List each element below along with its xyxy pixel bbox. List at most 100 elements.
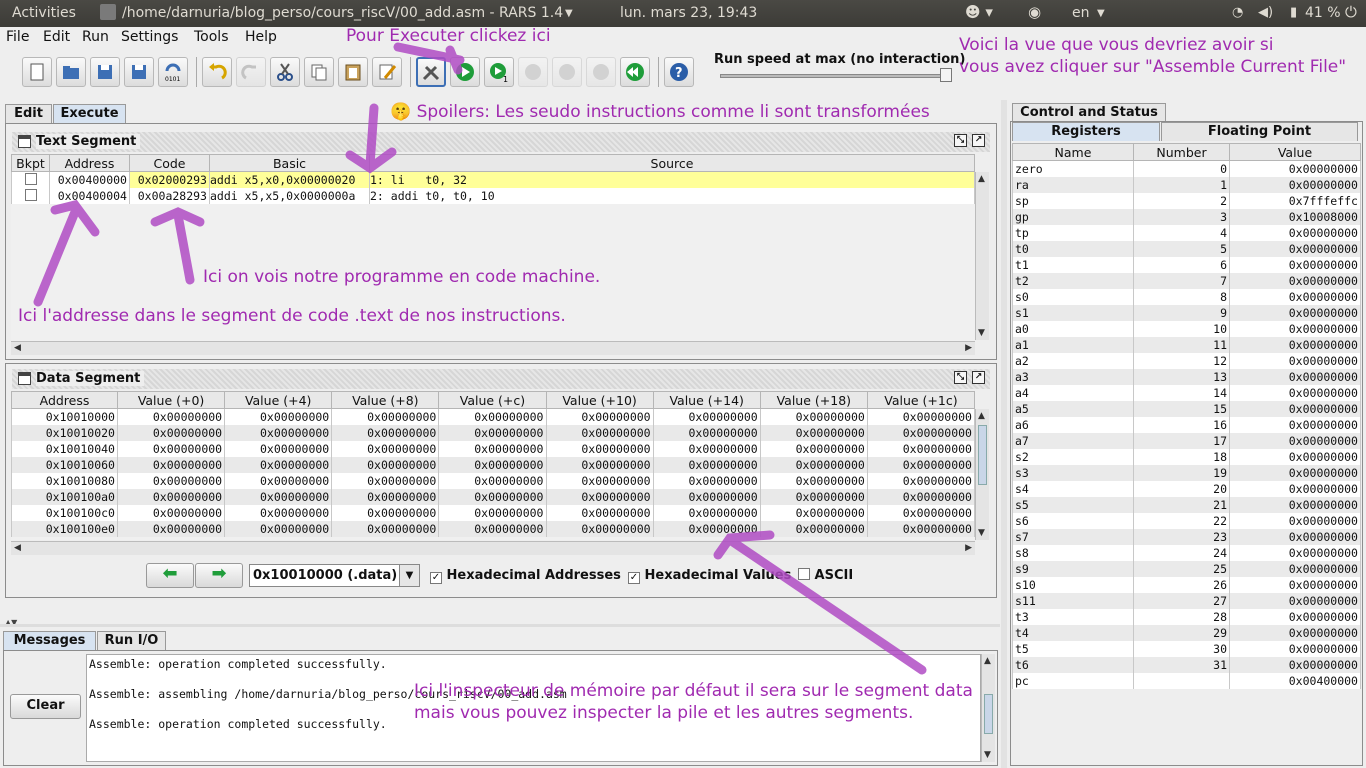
- table-row[interactable]: 0x10010000 0x00000000 0x00000000 0x00000000…: [11, 408, 975, 425]
- hex-values-option[interactable]: ✓ Hexadecimal Values: [628, 568, 791, 584]
- register-value[interactable]: 0x10008000: [1229, 208, 1361, 225]
- table-row[interactable]: t6 31 0x00000000: [1012, 656, 1361, 673]
- register-value[interactable]: 0x00000000: [1229, 624, 1361, 641]
- memory-value[interactable]: 0x00000000: [224, 424, 333, 441]
- save-icon[interactable]: [90, 57, 120, 87]
- paste-icon[interactable]: [338, 57, 368, 87]
- memory-value[interactable]: 0x00000000: [331, 424, 440, 441]
- memory-value[interactable]: 0x00000000: [759, 440, 868, 457]
- breakpoint-checkbox[interactable]: [24, 188, 37, 201]
- ascii-option[interactable]: ASCII: [798, 568, 853, 583]
- redo-icon[interactable]: [236, 57, 266, 87]
- memory-value[interactable]: 0x00000000: [759, 488, 868, 505]
- reset-icon[interactable]: [620, 57, 650, 87]
- scroll-thumb[interactable]: [978, 425, 987, 485]
- find-replace-icon[interactable]: [372, 57, 402, 87]
- data-segment-horizontal-scrollbar[interactable]: ◀ ▶: [11, 541, 975, 555]
- memory-value[interactable]: 0x00000000: [331, 408, 440, 425]
- column-header-source[interactable]: Source: [369, 154, 975, 172]
- column-header-address[interactable]: Address: [11, 391, 118, 409]
- register-value[interactable]: 0x00000000: [1229, 544, 1361, 561]
- table-row[interactable]: t4 29 0x00000000: [1012, 624, 1361, 641]
- table-row[interactable]: t3 28 0x00000000: [1012, 608, 1361, 625]
- volume-icon[interactable]: ◀): [1258, 5, 1273, 20]
- menu-help[interactable]: Help: [245, 29, 277, 45]
- table-row[interactable]: 0x100100c0 0x00000000 0x00000000 0x00000000…: [11, 504, 975, 521]
- memory-value[interactable]: 0x00000000: [331, 520, 440, 537]
- memory-value[interactable]: 0x00000000: [866, 440, 975, 457]
- maximize-icon[interactable]: ↗: [972, 371, 985, 384]
- register-value[interactable]: 0x00000000: [1229, 656, 1361, 673]
- memory-value[interactable]: 0x00000000: [331, 488, 440, 505]
- table-row[interactable]: pc 0x00400000: [1012, 672, 1361, 689]
- register-value[interactable]: 0x00000000: [1229, 384, 1361, 401]
- register-value[interactable]: 0x00000000: [1229, 480, 1361, 497]
- messages-scrollbar[interactable]: ▲ ▼: [981, 654, 995, 762]
- scroll-up-icon[interactable]: ▲: [978, 174, 985, 184]
- memory-value[interactable]: 0x00000000: [652, 472, 761, 489]
- memory-value[interactable]: 0x00000000: [438, 520, 547, 537]
- memory-value[interactable]: 0x00000000: [545, 440, 654, 457]
- tab-messages[interactable]: Messages: [3, 631, 96, 650]
- column-header-bkpt[interactable]: Bkpt: [11, 154, 50, 172]
- column-header-value-14[interactable]: Value (+14): [652, 391, 761, 409]
- register-value[interactable]: 0x00000000: [1229, 608, 1361, 625]
- segment-select[interactable]: 0x10010000 (.data) ▼: [249, 564, 420, 587]
- register-value[interactable]: 0x00000000: [1229, 432, 1361, 449]
- table-row[interactable]: s10 26 0x00000000: [1012, 576, 1361, 593]
- help-icon[interactable]: ?: [664, 57, 694, 87]
- scroll-right-icon[interactable]: ▶: [965, 543, 972, 553]
- table-row[interactable]: s7 23 0x00000000: [1012, 528, 1361, 545]
- memory-value[interactable]: 0x00000000: [438, 472, 547, 489]
- column-header-address[interactable]: Address: [49, 154, 130, 172]
- table-row[interactable]: s6 22 0x00000000: [1012, 512, 1361, 529]
- register-value[interactable]: 0x00000000: [1229, 448, 1361, 465]
- dump-memory-icon[interactable]: 0101: [158, 57, 188, 87]
- memory-value[interactable]: 0x00000000: [224, 504, 333, 521]
- memory-value[interactable]: 0x00000000: [866, 488, 975, 505]
- memory-value[interactable]: 0x00000000: [545, 408, 654, 425]
- table-row[interactable]: 0x100100a0 0x00000000 0x00000000 0x00000000…: [11, 488, 975, 505]
- run-icon[interactable]: [450, 57, 480, 87]
- column-header-basic[interactable]: Basic: [209, 154, 370, 172]
- register-value[interactable]: 0x00000000: [1229, 272, 1361, 289]
- menu-settings[interactable]: Settings: [121, 29, 178, 45]
- ascii-checkbox[interactable]: [798, 568, 810, 580]
- menu-run[interactable]: Run: [82, 29, 109, 45]
- hex-addresses-checkbox[interactable]: ✓: [430, 572, 442, 584]
- column-header-name[interactable]: Name: [1012, 143, 1134, 161]
- memory-value[interactable]: 0x00000000: [652, 456, 761, 473]
- table-row[interactable]: t5 30 0x00000000: [1012, 640, 1361, 657]
- table-row[interactable]: a6 16 0x00000000: [1012, 416, 1361, 433]
- menu-file[interactable]: File: [6, 29, 29, 45]
- scroll-right-icon[interactable]: ▶: [965, 343, 972, 353]
- column-header-value-c[interactable]: Value (+c): [438, 391, 547, 409]
- register-value[interactable]: 0x00000000: [1229, 496, 1361, 513]
- memory-value[interactable]: 0x00000000: [116, 488, 226, 505]
- scroll-down-icon[interactable]: ▼: [984, 750, 991, 760]
- memory-value[interactable]: 0x00000000: [224, 440, 333, 457]
- memory-value[interactable]: 0x00000000: [224, 488, 333, 505]
- memory-value[interactable]: 0x00000000: [759, 408, 868, 425]
- table-row[interactable]: 0x00400000 0x02000293 addi x5,x0,0x00000…: [11, 171, 975, 188]
- table-row[interactable]: a7 17 0x00000000: [1012, 432, 1361, 449]
- memory-value[interactable]: 0x00000000: [331, 440, 440, 457]
- table-row[interactable]: a0 10 0x00000000: [1012, 320, 1361, 337]
- scroll-down-icon[interactable]: ▼: [978, 528, 985, 538]
- chevron-down-icon[interactable]: ▼: [1097, 8, 1105, 19]
- memory-value[interactable]: 0x00000000: [759, 504, 868, 521]
- new-file-icon[interactable]: [22, 57, 52, 87]
- battery-icon[interactable]: ▮: [1290, 5, 1297, 20]
- table-row[interactable]: sp 2 0x7fffeffc: [1012, 192, 1361, 209]
- next-page-button[interactable]: ➡: [195, 563, 243, 588]
- memory-value[interactable]: 0x00000000: [652, 440, 761, 457]
- memory-value[interactable]: 0x00000000: [866, 408, 975, 425]
- power-icon[interactable]: ⏻: [1345, 3, 1357, 21]
- table-row[interactable]: 0x10010020 0x00000000 0x00000000 0x00000000…: [11, 424, 975, 441]
- memory-value[interactable]: 0x00000000: [545, 456, 654, 473]
- activities-button[interactable]: Activities: [12, 5, 76, 21]
- previous-page-button[interactable]: ⬅: [146, 563, 194, 588]
- memory-value[interactable]: 0x00000000: [438, 424, 547, 441]
- menu-tools[interactable]: Tools: [194, 29, 229, 45]
- maximize-icon[interactable]: ↗: [972, 134, 985, 147]
